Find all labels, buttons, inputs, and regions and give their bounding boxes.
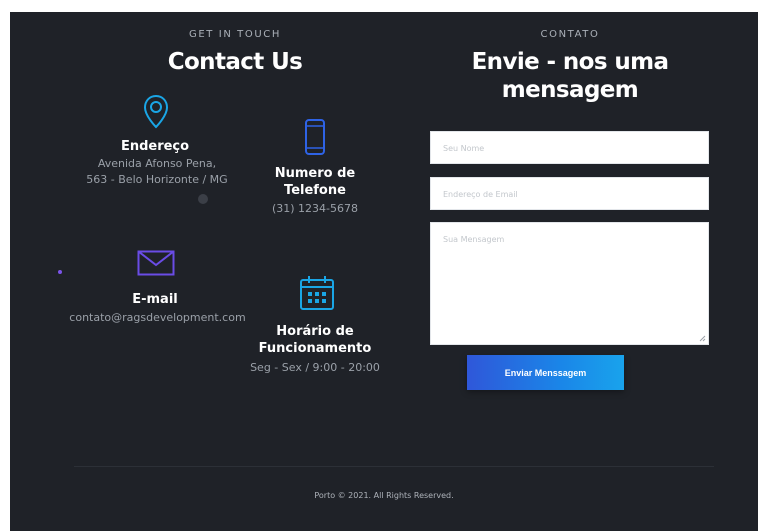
form-title-line-2: mensagem bbox=[501, 77, 639, 103]
decorative-dot bbox=[198, 194, 208, 204]
phone-title-line-2: Telefone bbox=[284, 183, 346, 198]
message-textarea[interactable]: Sua Mensagem bbox=[430, 222, 709, 345]
email-input[interactable]: Endereço de Email bbox=[430, 177, 709, 210]
address-line-1: Avenida Afonso Pena, bbox=[97, 157, 217, 170]
footer-divider bbox=[74, 466, 714, 467]
address-title: Endereço bbox=[120, 139, 190, 154]
footer-copyright: Porto © 2021. All Rights Reserved. bbox=[314, 491, 454, 500]
email-value: contato@ragsdevelopment.com bbox=[69, 311, 246, 324]
hours-value: Seg - Sex / 9:00 - 20:00 bbox=[250, 361, 380, 374]
address-line-2: 563 - Belo Horizonte / MG bbox=[86, 173, 228, 186]
name-input-placeholder: Seu Nome bbox=[443, 144, 485, 153]
send-message-button[interactable]: Enviar Menssagem bbox=[467, 355, 624, 390]
hours-title-line-2: Funcionamento bbox=[258, 341, 372, 356]
resize-handle-icon[interactable] bbox=[699, 335, 706, 342]
contact-kicker: GET IN TOUCH bbox=[189, 29, 281, 40]
decorative-dot-purple bbox=[58, 270, 62, 274]
phone-title-line-1: Numero de bbox=[274, 166, 356, 181]
phone-title: Numero de Telefone bbox=[255, 165, 375, 199]
email-title: E-mail bbox=[132, 292, 178, 307]
contact-title: Contact Us bbox=[167, 49, 303, 75]
phone-value: (31) 1234-5678 bbox=[271, 202, 359, 215]
form-title: Envie - nos uma mensagem bbox=[440, 48, 700, 104]
form-kicker: CONTATO bbox=[540, 29, 600, 40]
smartphone-icon bbox=[304, 118, 326, 156]
address-text: Avenida Afonso Pena, 563 - Belo Horizont… bbox=[72, 156, 242, 188]
contact-page: GET IN TOUCH Contact Us Endereço Avenida… bbox=[10, 12, 758, 531]
hours-title-line-1: Horário de bbox=[276, 324, 354, 339]
hours-title: Horário de Funcionamento bbox=[245, 323, 385, 357]
name-input[interactable]: Seu Nome bbox=[430, 131, 709, 164]
message-textarea-placeholder: Sua Mensagem bbox=[443, 235, 505, 244]
envelope-icon bbox=[137, 250, 175, 276]
calendar-icon bbox=[299, 275, 335, 311]
map-pin-icon bbox=[142, 94, 170, 130]
form-title-line-1: Envie - nos uma bbox=[471, 49, 669, 75]
email-input-placeholder: Endereço de Email bbox=[443, 190, 518, 199]
